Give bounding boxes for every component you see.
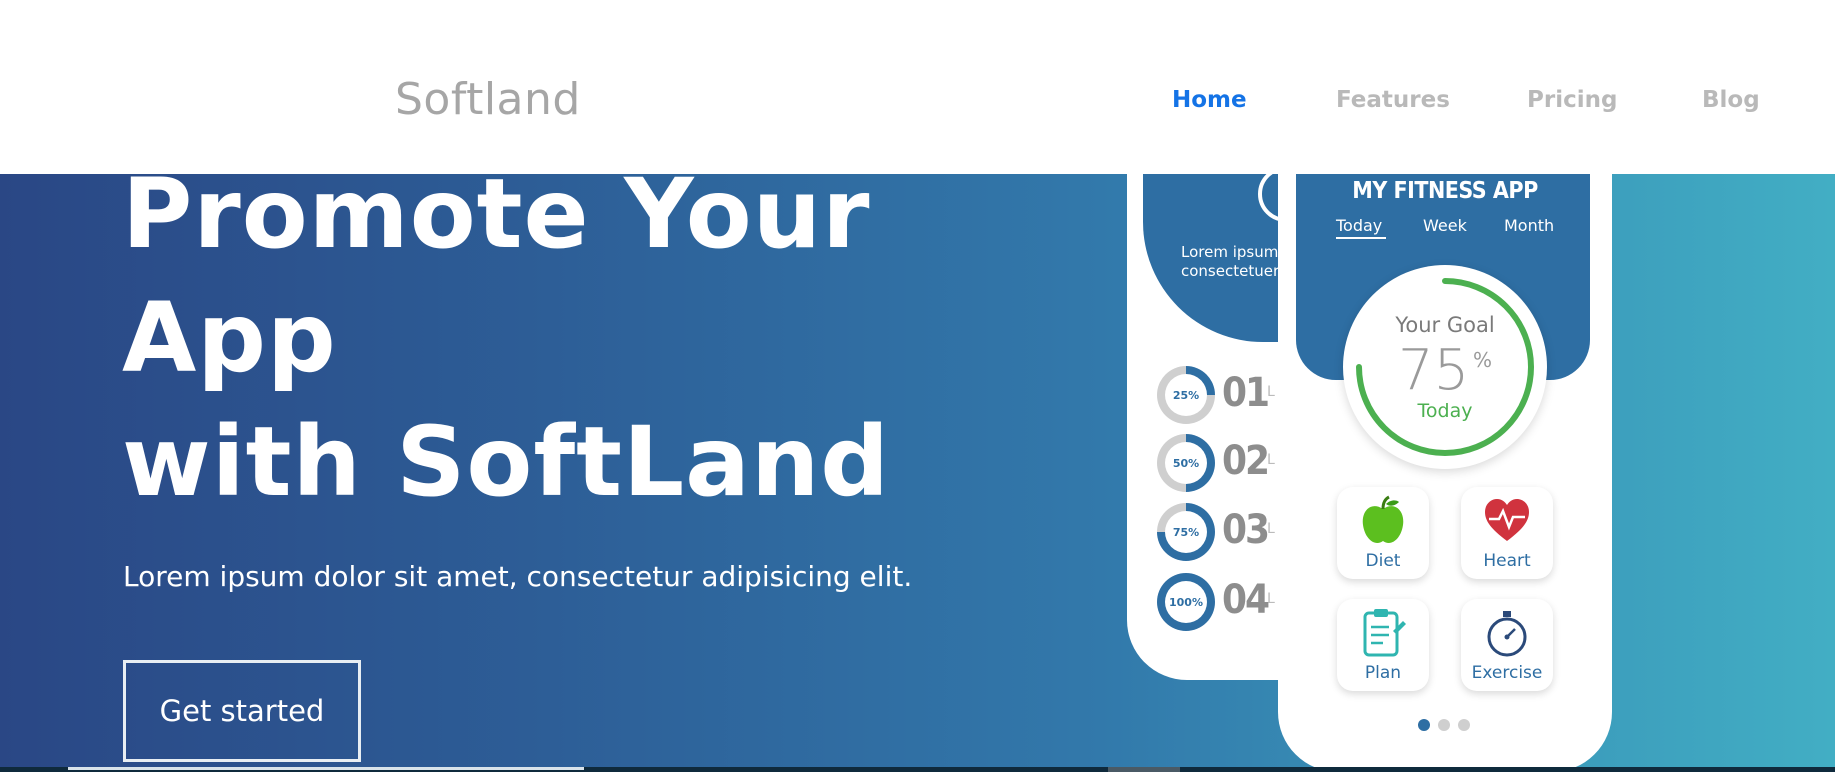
progress-number: 03 — [1222, 507, 1270, 553]
tile-label: Diet — [1365, 551, 1401, 571]
stopwatch-icon — [1487, 611, 1527, 657]
pager-dot[interactable] — [1418, 719, 1430, 731]
nav-home[interactable]: Home — [1172, 87, 1247, 113]
tile-heart[interactable]: Heart — [1461, 487, 1553, 579]
progress-percent: 100% — [1169, 595, 1203, 609]
goal-value: 75 — [1398, 338, 1470, 403]
progress-row: 50% 02 L — [1157, 434, 1287, 492]
pager-dot[interactable] — [1458, 719, 1470, 731]
site-logo[interactable]: Softland — [395, 74, 581, 125]
tile-label: Heart — [1483, 551, 1531, 571]
progress-text: L — [1267, 521, 1275, 537]
progress-number: 01 — [1222, 370, 1270, 416]
nav-blog[interactable]: Blog — [1702, 87, 1760, 113]
site-header: Softland Home Features Pricing Blog — [0, 0, 1835, 174]
progress-percent: 75% — [1172, 525, 1200, 539]
tile-exercise[interactable]: Exercise — [1461, 599, 1553, 691]
tab-week[interactable]: Week — [1423, 216, 1467, 235]
nav-pricing[interactable]: Pricing — [1527, 87, 1617, 113]
progress-percent: 50% — [1172, 456, 1200, 470]
headline-line: App — [122, 282, 337, 394]
get-started-button[interactable]: Get started — [123, 660, 361, 762]
goal-label: Your Goal — [1395, 313, 1495, 337]
goal-sub-label: Today — [1417, 400, 1473, 422]
apple-icon — [1362, 495, 1404, 544]
heart-icon — [1485, 499, 1529, 541]
app-title: MY FITNESS APP — [1352, 178, 1538, 204]
progress-row: 100% 04 L — [1157, 573, 1287, 631]
progress-number: 04 — [1222, 577, 1270, 623]
phone-back-text: Lorem ipsum consectetuer — [1181, 243, 1280, 280]
tile-label: Exercise — [1471, 663, 1543, 683]
tab-today[interactable]: Today — [1336, 216, 1382, 235]
progress-number: 02 — [1222, 438, 1270, 484]
goal-unit: % — [1473, 348, 1493, 372]
clipboard-icon — [1363, 609, 1406, 657]
bottom-strip — [0, 767, 1835, 772]
active-tab-indicator — [1336, 237, 1386, 239]
nav-features[interactable]: Features — [1336, 87, 1450, 113]
tile-plan[interactable]: Plan — [1337, 599, 1429, 691]
progress-text: L — [1267, 591, 1275, 607]
hero-subtext: Lorem ipsum dolor sit amet, consectetur … — [123, 560, 913, 593]
progress-text: L — [1267, 384, 1275, 400]
headline-line: with SoftLand — [122, 406, 891, 518]
tab-month[interactable]: Month — [1504, 216, 1554, 235]
tile-diet[interactable]: Diet — [1337, 487, 1429, 579]
progress-text: L — [1267, 452, 1275, 468]
pager-dot[interactable] — [1438, 719, 1450, 731]
progress-row: 75% 03 L — [1157, 503, 1287, 561]
hero-headline: Promote Your App with SoftLand — [122, 152, 890, 524]
tile-label: Plan — [1364, 663, 1402, 683]
progress-percent: 25% — [1172, 388, 1200, 402]
progress-row: 25% 01 L — [1157, 366, 1287, 424]
